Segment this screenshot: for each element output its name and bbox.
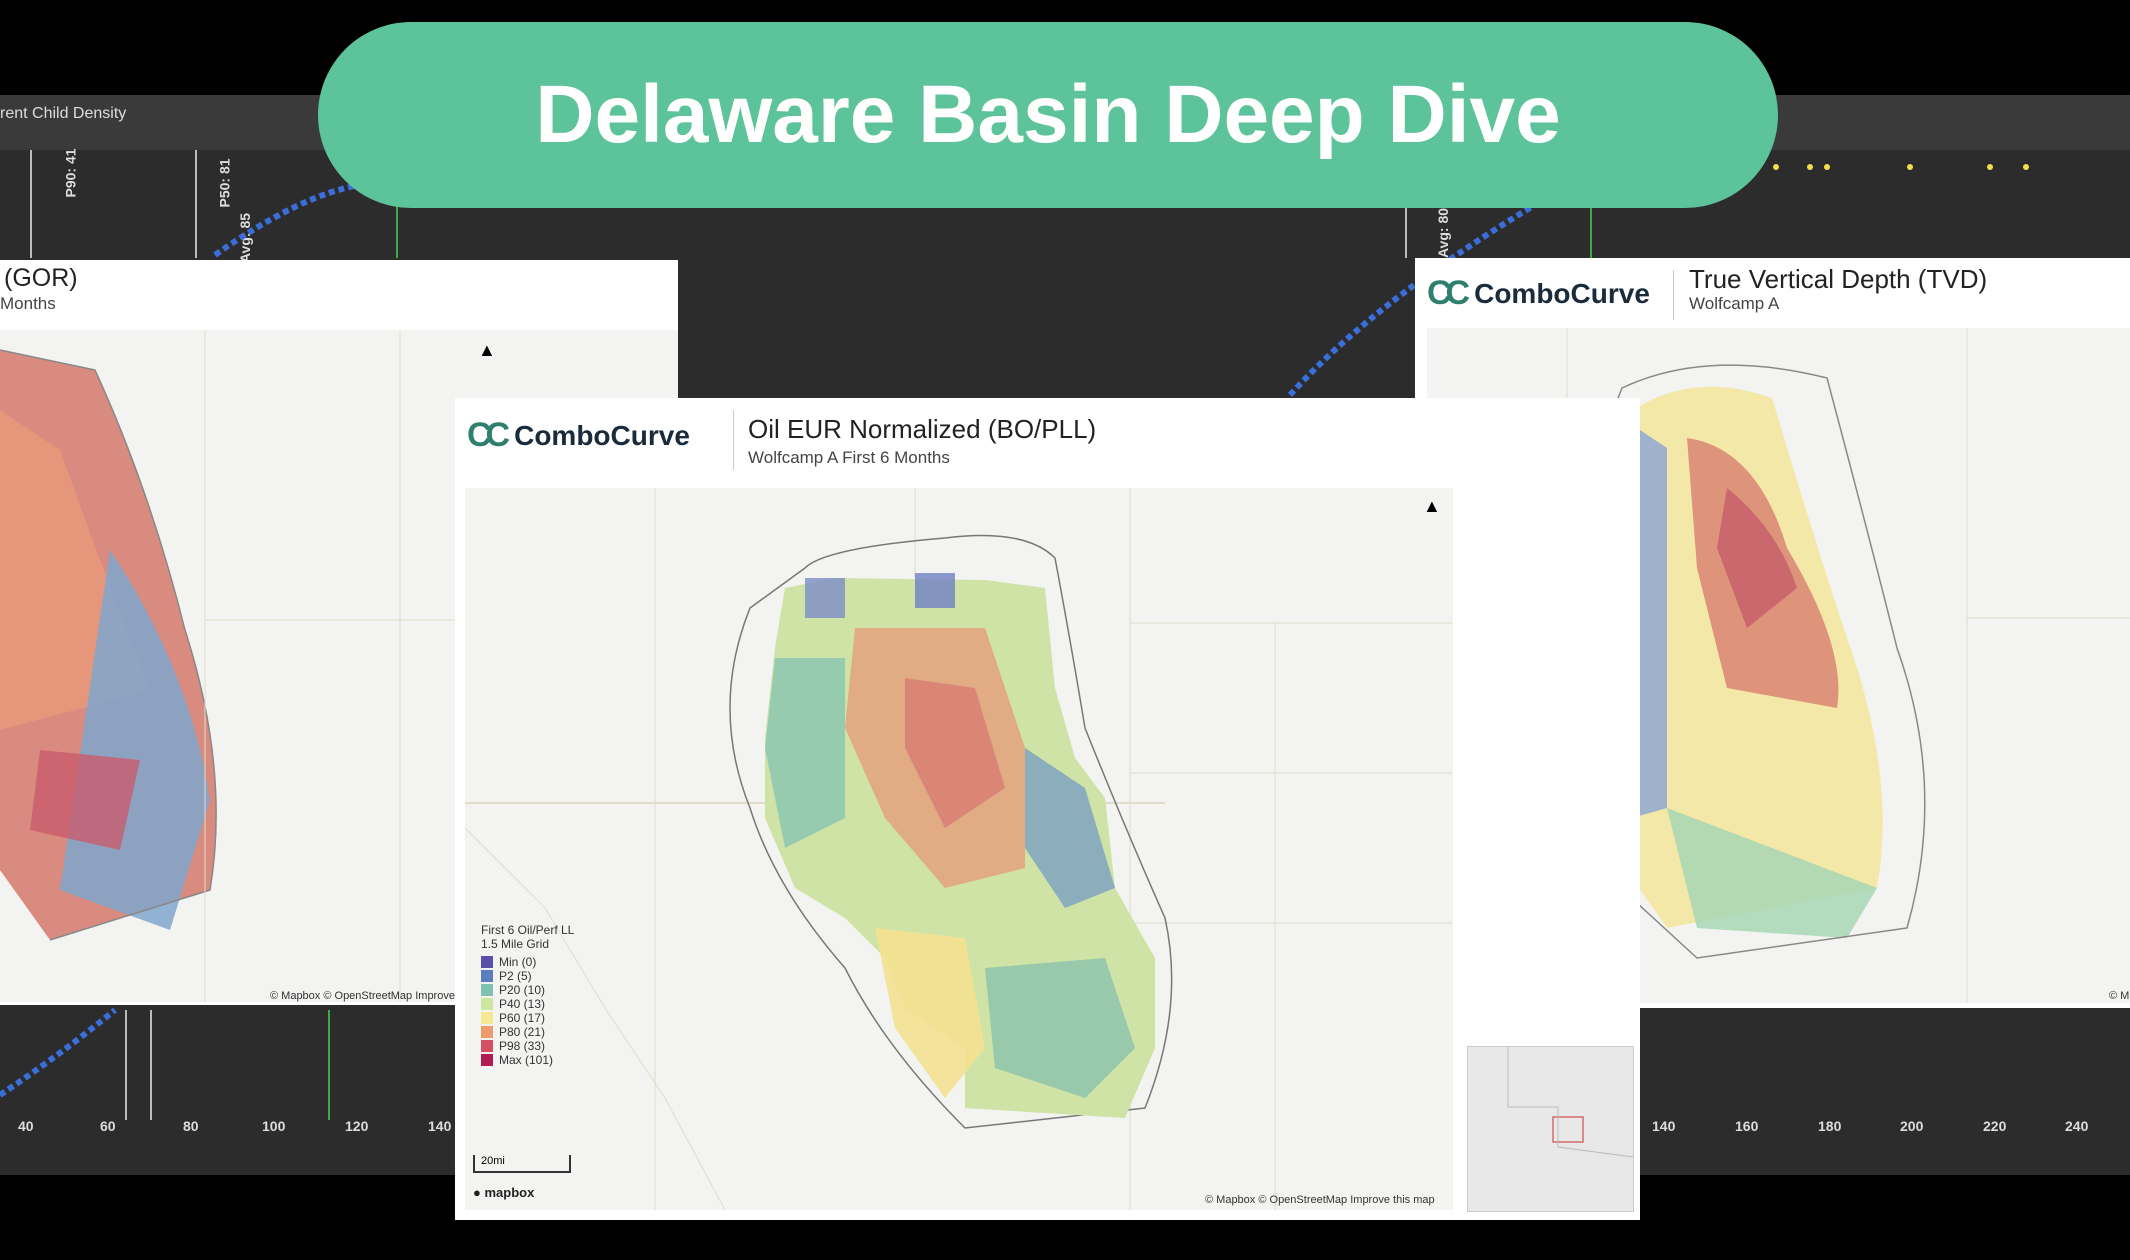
combocurve-logo-icon: CC bbox=[1427, 274, 1470, 312]
oil-eur-map[interactable]: ▲ First 6 Oil/Perf LL 1.5 Mile Grid Min … bbox=[465, 488, 1453, 1210]
x-tick: 60 bbox=[100, 1118, 116, 1134]
x-tick: 120 bbox=[345, 1118, 369, 1134]
legend-item: Max (101) bbox=[481, 1053, 574, 1067]
legend-label: P60 (17) bbox=[499, 1011, 546, 1025]
legend-label: Min (0) bbox=[499, 955, 537, 969]
overview-inset-map[interactable] bbox=[1467, 1046, 1634, 1212]
x-tick: 100 bbox=[262, 1118, 286, 1134]
legend-swatch bbox=[481, 1026, 493, 1038]
combocurve-logo: CC ComboCurve bbox=[1427, 274, 1650, 312]
panel-title: True Vertical Depth (TVD) bbox=[1689, 264, 1988, 294]
panel-subtitle: Wolfcamp A bbox=[1689, 294, 1780, 313]
legend-swatch bbox=[481, 1040, 493, 1052]
legend-swatch bbox=[481, 1054, 493, 1066]
legend-item: P40 (13) bbox=[481, 997, 574, 1011]
legend-item: P2 (5) bbox=[481, 969, 574, 983]
x-tick: 180 bbox=[1818, 1118, 1842, 1134]
inset-map-outline bbox=[1507, 1047, 1634, 1158]
panel-subtitle: Months bbox=[0, 294, 56, 313]
x-tick: 200 bbox=[1900, 1118, 1924, 1134]
x-tick: 240 bbox=[2065, 1118, 2089, 1134]
x-tick: 220 bbox=[1983, 1118, 2007, 1134]
panel-subtitle: Wolfcamp A First 6 Months bbox=[748, 448, 950, 467]
legend-item: Min (0) bbox=[481, 955, 574, 969]
x-tick: 140 bbox=[428, 1118, 452, 1134]
north-arrow-icon[interactable]: ▲ bbox=[1423, 496, 1441, 517]
panel-title: Oil EUR Normalized (BO/PLL) bbox=[748, 414, 1097, 444]
legend-swatch bbox=[481, 998, 493, 1010]
north-arrow-icon: ▲ bbox=[478, 340, 496, 360]
oil-eur-map-panel: CC ComboCurve Oil EUR Normalized (BO/PLL… bbox=[455, 398, 1640, 1220]
legend-label: P20 (10) bbox=[499, 983, 546, 997]
legend-item: P80 (21) bbox=[481, 1025, 574, 1039]
oil-eur-heatmap bbox=[465, 488, 1453, 1210]
legend-item: P60 (17) bbox=[481, 1011, 574, 1025]
legend-swatch bbox=[481, 956, 493, 968]
legend-swatch bbox=[481, 984, 493, 996]
legend-label: P40 (13) bbox=[499, 997, 546, 1011]
panel-title: (GOR) bbox=[4, 264, 78, 292]
x-tick: 80 bbox=[183, 1118, 199, 1134]
legend-item: P98 (33) bbox=[481, 1039, 574, 1053]
mapbox-icon: ● bbox=[473, 1185, 481, 1200]
legend-title: First 6 Oil/Perf LL bbox=[481, 923, 575, 937]
map-attribution[interactable]: © Mapbox © OpenStreetMap Improve bbox=[270, 990, 455, 1002]
combocurve-logo-icon: CC bbox=[467, 416, 510, 454]
header-divider bbox=[733, 410, 734, 470]
x-tick: 40 bbox=[18, 1118, 34, 1134]
legend-label: P80 (21) bbox=[499, 1025, 546, 1039]
x-tick: 140 bbox=[1652, 1118, 1676, 1134]
legend-label: P2 (5) bbox=[499, 969, 532, 983]
header-divider bbox=[1673, 270, 1674, 320]
legend-swatch bbox=[481, 970, 493, 982]
x-tick: 160 bbox=[1735, 1118, 1759, 1134]
legend-label: P98 (33) bbox=[499, 1039, 546, 1053]
banner-title: Delaware Basin Deep Dive bbox=[535, 69, 1561, 160]
mapbox-logo[interactable]: ● mapbox bbox=[473, 1185, 534, 1200]
legend-item: P20 (10) bbox=[481, 983, 574, 997]
legend-swatch bbox=[481, 1012, 493, 1024]
combocurve-logo: CC ComboCurve bbox=[467, 416, 690, 454]
legend-subtitle: 1.5 Mile Grid bbox=[481, 937, 550, 951]
map-legend: First 6 Oil/Perf LL 1.5 Mile Grid Min (0… bbox=[481, 923, 574, 1067]
title-banner: Delaware Basin Deep Dive bbox=[318, 22, 1778, 208]
legend-label: Max (101) bbox=[499, 1053, 554, 1067]
map-attribution[interactable]: © Mapbox © OpenStreetMap Improve this ma… bbox=[1205, 1194, 1435, 1206]
map-attribution[interactable]: © M bbox=[2109, 990, 2129, 1002]
map-scale: 20mi bbox=[473, 1155, 571, 1173]
